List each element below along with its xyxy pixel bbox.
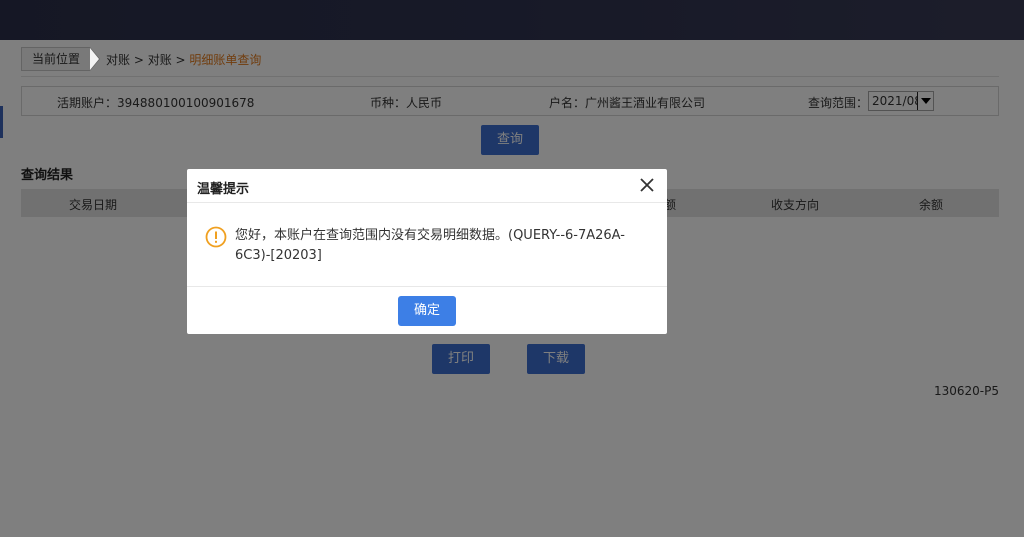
dialog-title: 温馨提示 xyxy=(197,182,250,197)
dialog-footer-divider xyxy=(187,286,667,287)
dialog-header-divider xyxy=(187,202,667,203)
confirm-button[interactable]: 确定 xyxy=(398,296,456,326)
alert-dialog: 温馨提示 您好，本账户在查询范围内没有交易明细数据。(QUERY--6-7A26… xyxy=(187,169,667,334)
warning-icon xyxy=(205,226,227,248)
dialog-message: 您好，本账户在查询范围内没有交易明细数据。(QUERY--6-7A26A-6C3… xyxy=(235,228,625,263)
close-icon[interactable] xyxy=(639,177,655,193)
